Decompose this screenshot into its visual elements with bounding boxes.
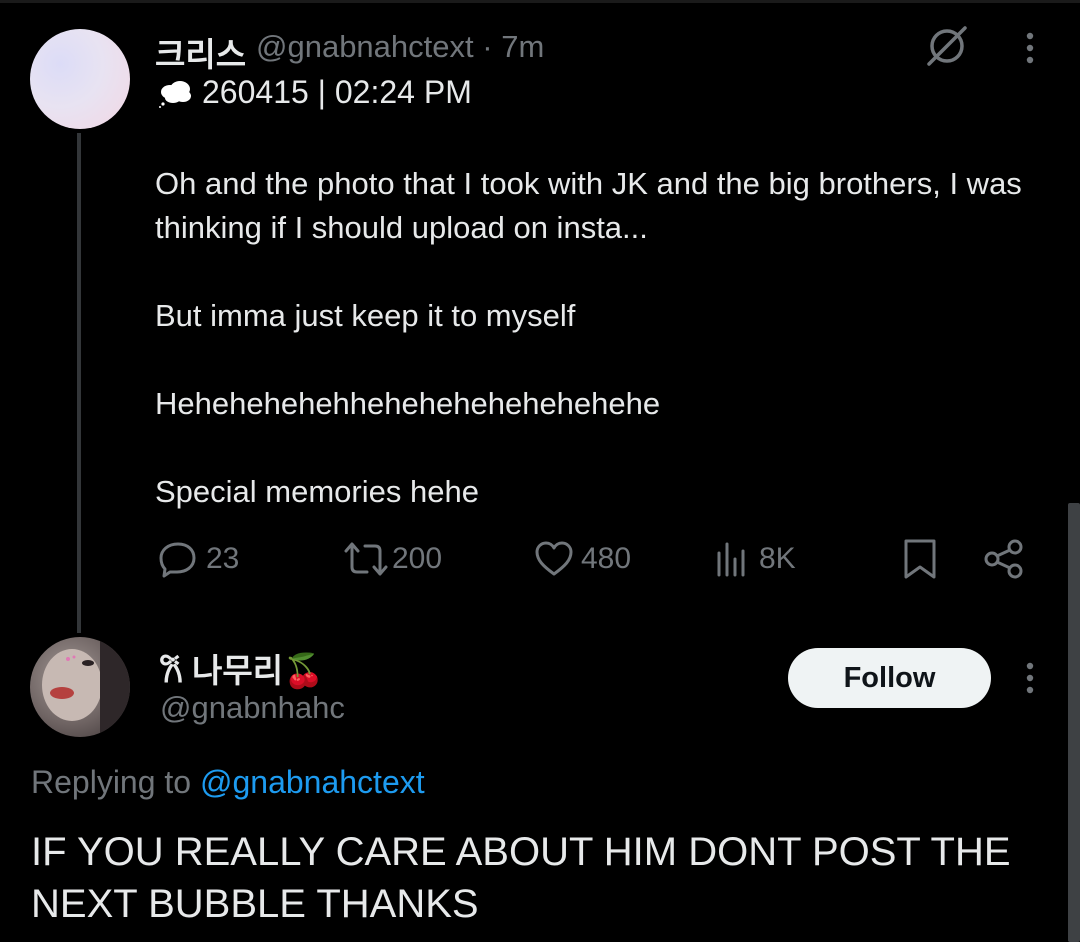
- tweet-action-bar: 23 200 480 8K: [155, 534, 1035, 584]
- views-icon: [717, 542, 745, 577]
- reply-avatar[interactable]: [30, 637, 130, 737]
- replying-to-prefix: Replying to: [31, 764, 192, 800]
- tweet-subheader-text: 260415 | 02:24 PM: [202, 74, 472, 110]
- tweet-paragraph: Hehehehehehhehehehehehehehehe: [155, 386, 661, 421]
- reply-body: IF YOU REALLY CARE ABOUT HIM DONT POST T…: [31, 830, 1011, 926]
- reply-count: 23: [206, 542, 240, 575]
- tweet-paragraph: Special memories hehe: [155, 474, 479, 509]
- repost-button[interactable]: 200: [342, 534, 442, 584]
- avatar-photo: [42, 637, 130, 737]
- share-icon: [984, 539, 1023, 579]
- repost-icon: [344, 542, 388, 576]
- top-divider: [0, 0, 1080, 3]
- post-time[interactable]: 7m: [501, 29, 544, 64]
- avatar[interactable]: [30, 29, 130, 129]
- thread-connector-line: [77, 133, 81, 633]
- cloud-icon: [159, 80, 191, 108]
- time-separator: ·: [482, 29, 493, 64]
- follow-button[interactable]: Follow: [788, 648, 991, 708]
- like-button[interactable]: 480: [533, 534, 631, 584]
- tweet-body: Oh and the photo that I took with JK and…: [155, 162, 1055, 514]
- reply-author-handle[interactable]: @gnabnhahc: [160, 690, 345, 726]
- tweet-paragraph: But imma just keep it to myself: [155, 298, 576, 333]
- bookmark-icon: [904, 539, 936, 579]
- replying-to-link[interactable]: @gnabnahctext: [200, 764, 425, 800]
- grok-icon[interactable]: [925, 24, 969, 68]
- repost-count: 200: [392, 542, 443, 575]
- tweet-detail-view: 크리스 @gnabnahctext · 7m 260415 | 02:24 PM…: [0, 0, 1080, 942]
- replying-to-line: Replying to @gnabnahctext: [31, 764, 425, 801]
- more-vertical-icon[interactable]: [1018, 28, 1042, 68]
- author-handle[interactable]: @gnabnahctext: [256, 29, 474, 64]
- like-count: 480: [581, 542, 632, 575]
- more-vertical-icon[interactable]: [1018, 658, 1042, 698]
- author-handle-and-time: @gnabnahctext · 7m: [256, 29, 544, 65]
- share-button[interactable]: [983, 534, 1025, 584]
- bookmark-button[interactable]: [900, 534, 940, 584]
- tweet-subheader: 260415 | 02:24 PM: [158, 74, 472, 111]
- tweet-paragraph: Oh and the photo that I took with JK and…: [155, 166, 1022, 245]
- view-count: 8K: [759, 542, 796, 575]
- views-button[interactable]: 8K: [713, 534, 796, 584]
- scrollbar[interactable]: [1068, 503, 1080, 942]
- reply-author-display-name[interactable]: 𐙚 나무리🍒: [160, 644, 324, 692]
- author-display-name[interactable]: 크리스: [155, 28, 246, 76]
- reply-icon: [159, 542, 196, 578]
- heart-icon: [535, 541, 573, 576]
- reply-button[interactable]: 23: [158, 534, 239, 584]
